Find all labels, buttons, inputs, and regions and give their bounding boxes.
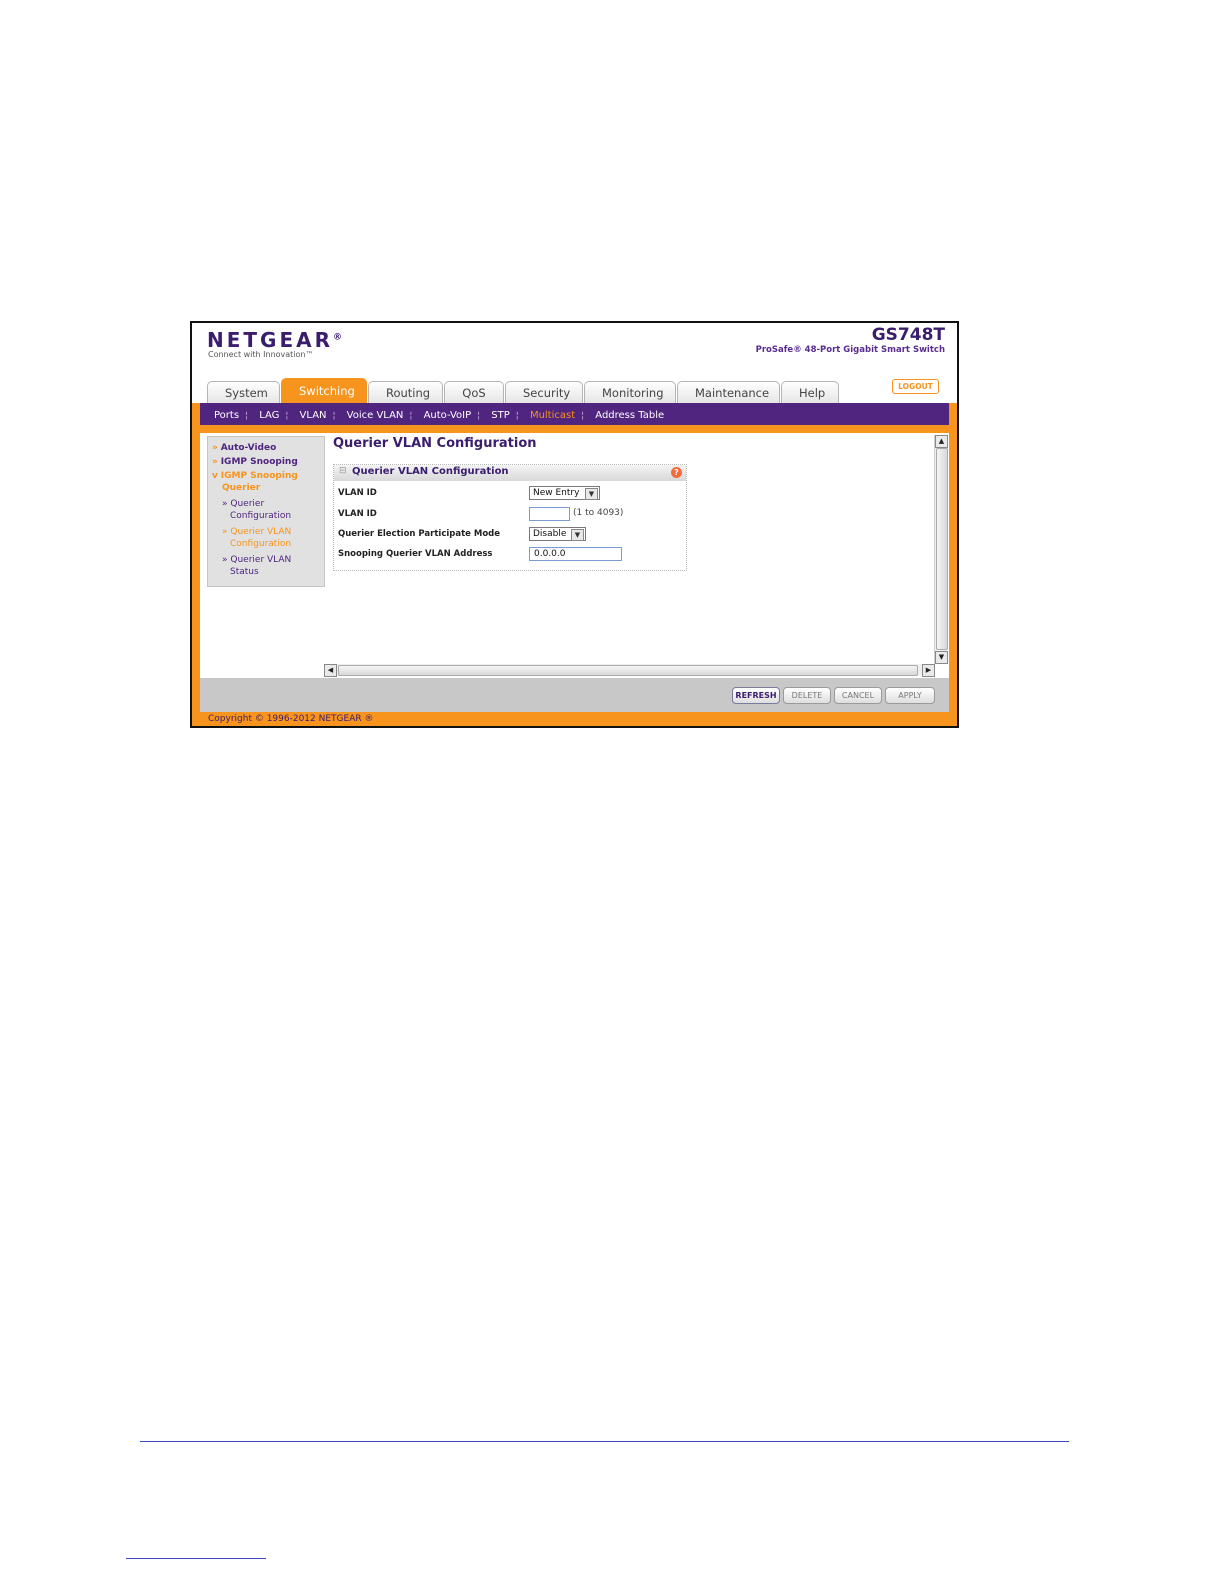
scroll-up-icon[interactable]: ▲ [935, 435, 948, 448]
sidebar-item-querier-vlan-status[interactable]: » Querier VLAN Status [222, 554, 291, 578]
sidebar-item-auto-video[interactable]: » Auto-Video [212, 442, 276, 454]
main-tabs: System Switching Routing QoS Security Monitor… [207, 378, 840, 404]
sidebar-item-label: Querier VLAN [230, 527, 292, 537]
vlan-id-select-value: New Entry [533, 488, 580, 498]
tab-label: Switching [299, 384, 355, 398]
panel-header: ⊟ Querier VLAN Configuration ? [334, 465, 686, 481]
tab-label: System [225, 386, 268, 400]
subnav-lag[interactable]: LAG [253, 405, 279, 427]
tab-switching[interactable]: Switching [281, 378, 367, 404]
sidebar-item-querier-configuration[interactable]: » Querier Configuration [222, 498, 291, 522]
minus-icon[interactable]: ⊟ [339, 466, 347, 476]
tab-label: Security [523, 386, 571, 400]
page-title: Querier VLAN Configuration [333, 436, 537, 451]
arrow-right-icon: » [212, 457, 218, 467]
sidebar-item-label: Querier [230, 499, 265, 509]
tab-routing[interactable]: Routing [368, 381, 443, 404]
vlan-id-select-label: VLAN ID [338, 488, 377, 498]
vlan-id-input[interactable] [529, 507, 570, 521]
app-window: NETGEAR® Connect with Innovation™ GS748T… [190, 321, 959, 728]
arrow-right-icon: » [222, 527, 228, 537]
brand-name: NETGEAR [207, 328, 333, 352]
panel-title: Querier VLAN Configuration [352, 466, 509, 477]
chevron-down-icon: ▼ [571, 529, 584, 541]
apply-button[interactable]: APPLY [885, 687, 935, 704]
sidebar-item-label-cont: Status [230, 567, 259, 577]
content-area: » Auto-Video » IGMP Snooping v IGMP Snoo… [200, 433, 949, 682]
arrow-right-icon: » [222, 499, 228, 509]
sidebar-item-label: Auto-Video [220, 443, 277, 453]
help-icon[interactable]: ? [671, 467, 682, 478]
vlan-id-select[interactable]: New Entry ▼ [529, 486, 600, 500]
copyright: Copyright © 1996-2012 NETGEAR ® [208, 714, 374, 724]
tab-security[interactable]: Security [505, 381, 583, 404]
scroll-right-icon[interactable]: ▶ [922, 664, 935, 677]
sidebar-item-label: Querier VLAN [230, 555, 292, 565]
chevron-down-icon: ▼ [585, 488, 598, 500]
scroll-down-icon[interactable]: ▼ [935, 651, 948, 664]
header: NETGEAR® Connect with Innovation™ GS748T… [192, 323, 957, 404]
sidebar-item-label-cont: Configuration [230, 511, 292, 521]
sidebar: » Auto-Video » IGMP Snooping v IGMP Snoo… [207, 436, 325, 587]
subnav-address-table[interactable]: Address Table [589, 405, 664, 427]
subnav-vlan[interactable]: VLAN [294, 405, 327, 427]
subnav-multicast[interactable]: Multicast [524, 405, 575, 427]
snooping-querier-address-input[interactable]: 0.0.0.0 [529, 547, 622, 561]
sub-navigation: Ports ¦ LAG ¦ VLAN ¦ Voice VLAN ¦ Auto-VoIP ¦… [200, 403, 949, 425]
cancel-button[interactable]: CANCEL [834, 687, 882, 704]
subnav-stp[interactable]: STP [485, 405, 510, 427]
querier-election-mode-select[interactable]: Disable ▼ [529, 527, 586, 541]
sidebar-item-label-cont: Querier [222, 483, 261, 493]
vertical-scrollbar[interactable]: ▲ ▼ [934, 435, 948, 664]
arrow-right-icon: » [212, 443, 218, 453]
vlan-id-range-hint: (1 to 4093) [573, 508, 624, 518]
brand-mark: ® [333, 332, 345, 343]
delete-button[interactable]: DELETE [783, 687, 831, 704]
tab-label: Routing [386, 386, 431, 400]
sidebar-item-label: IGMP Snooping [220, 457, 298, 467]
model-description: ProSafe® 48-Port Gigabit Smart Switch [755, 345, 945, 355]
vertical-scroll-thumb[interactable] [936, 448, 948, 650]
tab-label: Help [799, 386, 826, 400]
document-footer-rule-short [126, 1558, 266, 1559]
sidebar-item-querier-vlan-configuration[interactable]: » Querier VLAN Configuration [222, 526, 291, 550]
chevron-down-icon: v [212, 471, 218, 481]
tab-help[interactable]: Help [781, 381, 839, 404]
horizontal-scrollbar[interactable]: ◀ ▶ [324, 664, 935, 677]
querier-election-mode-label: Querier Election Participate Mode [338, 529, 501, 539]
config-panel: ⊟ Querier VLAN Configuration ? VLAN ID N… [333, 464, 687, 571]
sidebar-item-label: IGMP Snooping [220, 471, 298, 481]
model-name: GS748T [871, 325, 945, 345]
subnav-voice-vlan[interactable]: Voice VLAN [341, 405, 404, 427]
tab-qos[interactable]: QoS [444, 381, 504, 404]
refresh-button[interactable]: REFRESH [732, 687, 780, 704]
brand-tagline: Connect with Innovation™ [208, 350, 314, 359]
logout-button[interactable]: LOGOUT [892, 379, 939, 394]
querier-election-mode-value: Disable [533, 529, 567, 539]
horizontal-scroll-thumb[interactable] [338, 665, 918, 676]
action-bar: REFRESH DELETE CANCEL APPLY [200, 678, 949, 712]
subnav-ports[interactable]: Ports [200, 405, 239, 427]
document-footer-rule [140, 1441, 1069, 1442]
sidebar-item-igmp-snooping[interactable]: » IGMP Snooping [212, 456, 298, 468]
netgear-logo: NETGEAR® [207, 328, 345, 352]
tab-maintenance[interactable]: Maintenance [677, 381, 780, 404]
sidebar-item-label-cont: Configuration [230, 539, 292, 549]
scroll-left-icon[interactable]: ◀ [324, 664, 337, 677]
subnav-auto-voip[interactable]: Auto-VoIP [418, 405, 472, 427]
tab-monitoring[interactable]: Monitoring [584, 381, 676, 404]
tab-label: Maintenance [695, 386, 770, 400]
sidebar-item-igmp-snooping-querier[interactable]: v IGMP Snooping Querier [212, 470, 298, 494]
tab-label: QoS [462, 386, 486, 400]
tab-system[interactable]: System [207, 381, 280, 404]
arrow-right-icon: » [222, 555, 228, 565]
tab-label: Monitoring [602, 386, 664, 400]
vlan-id-input-label: VLAN ID [338, 509, 377, 519]
snooping-querier-address-label: Snooping Querier VLAN Address [338, 549, 493, 559]
